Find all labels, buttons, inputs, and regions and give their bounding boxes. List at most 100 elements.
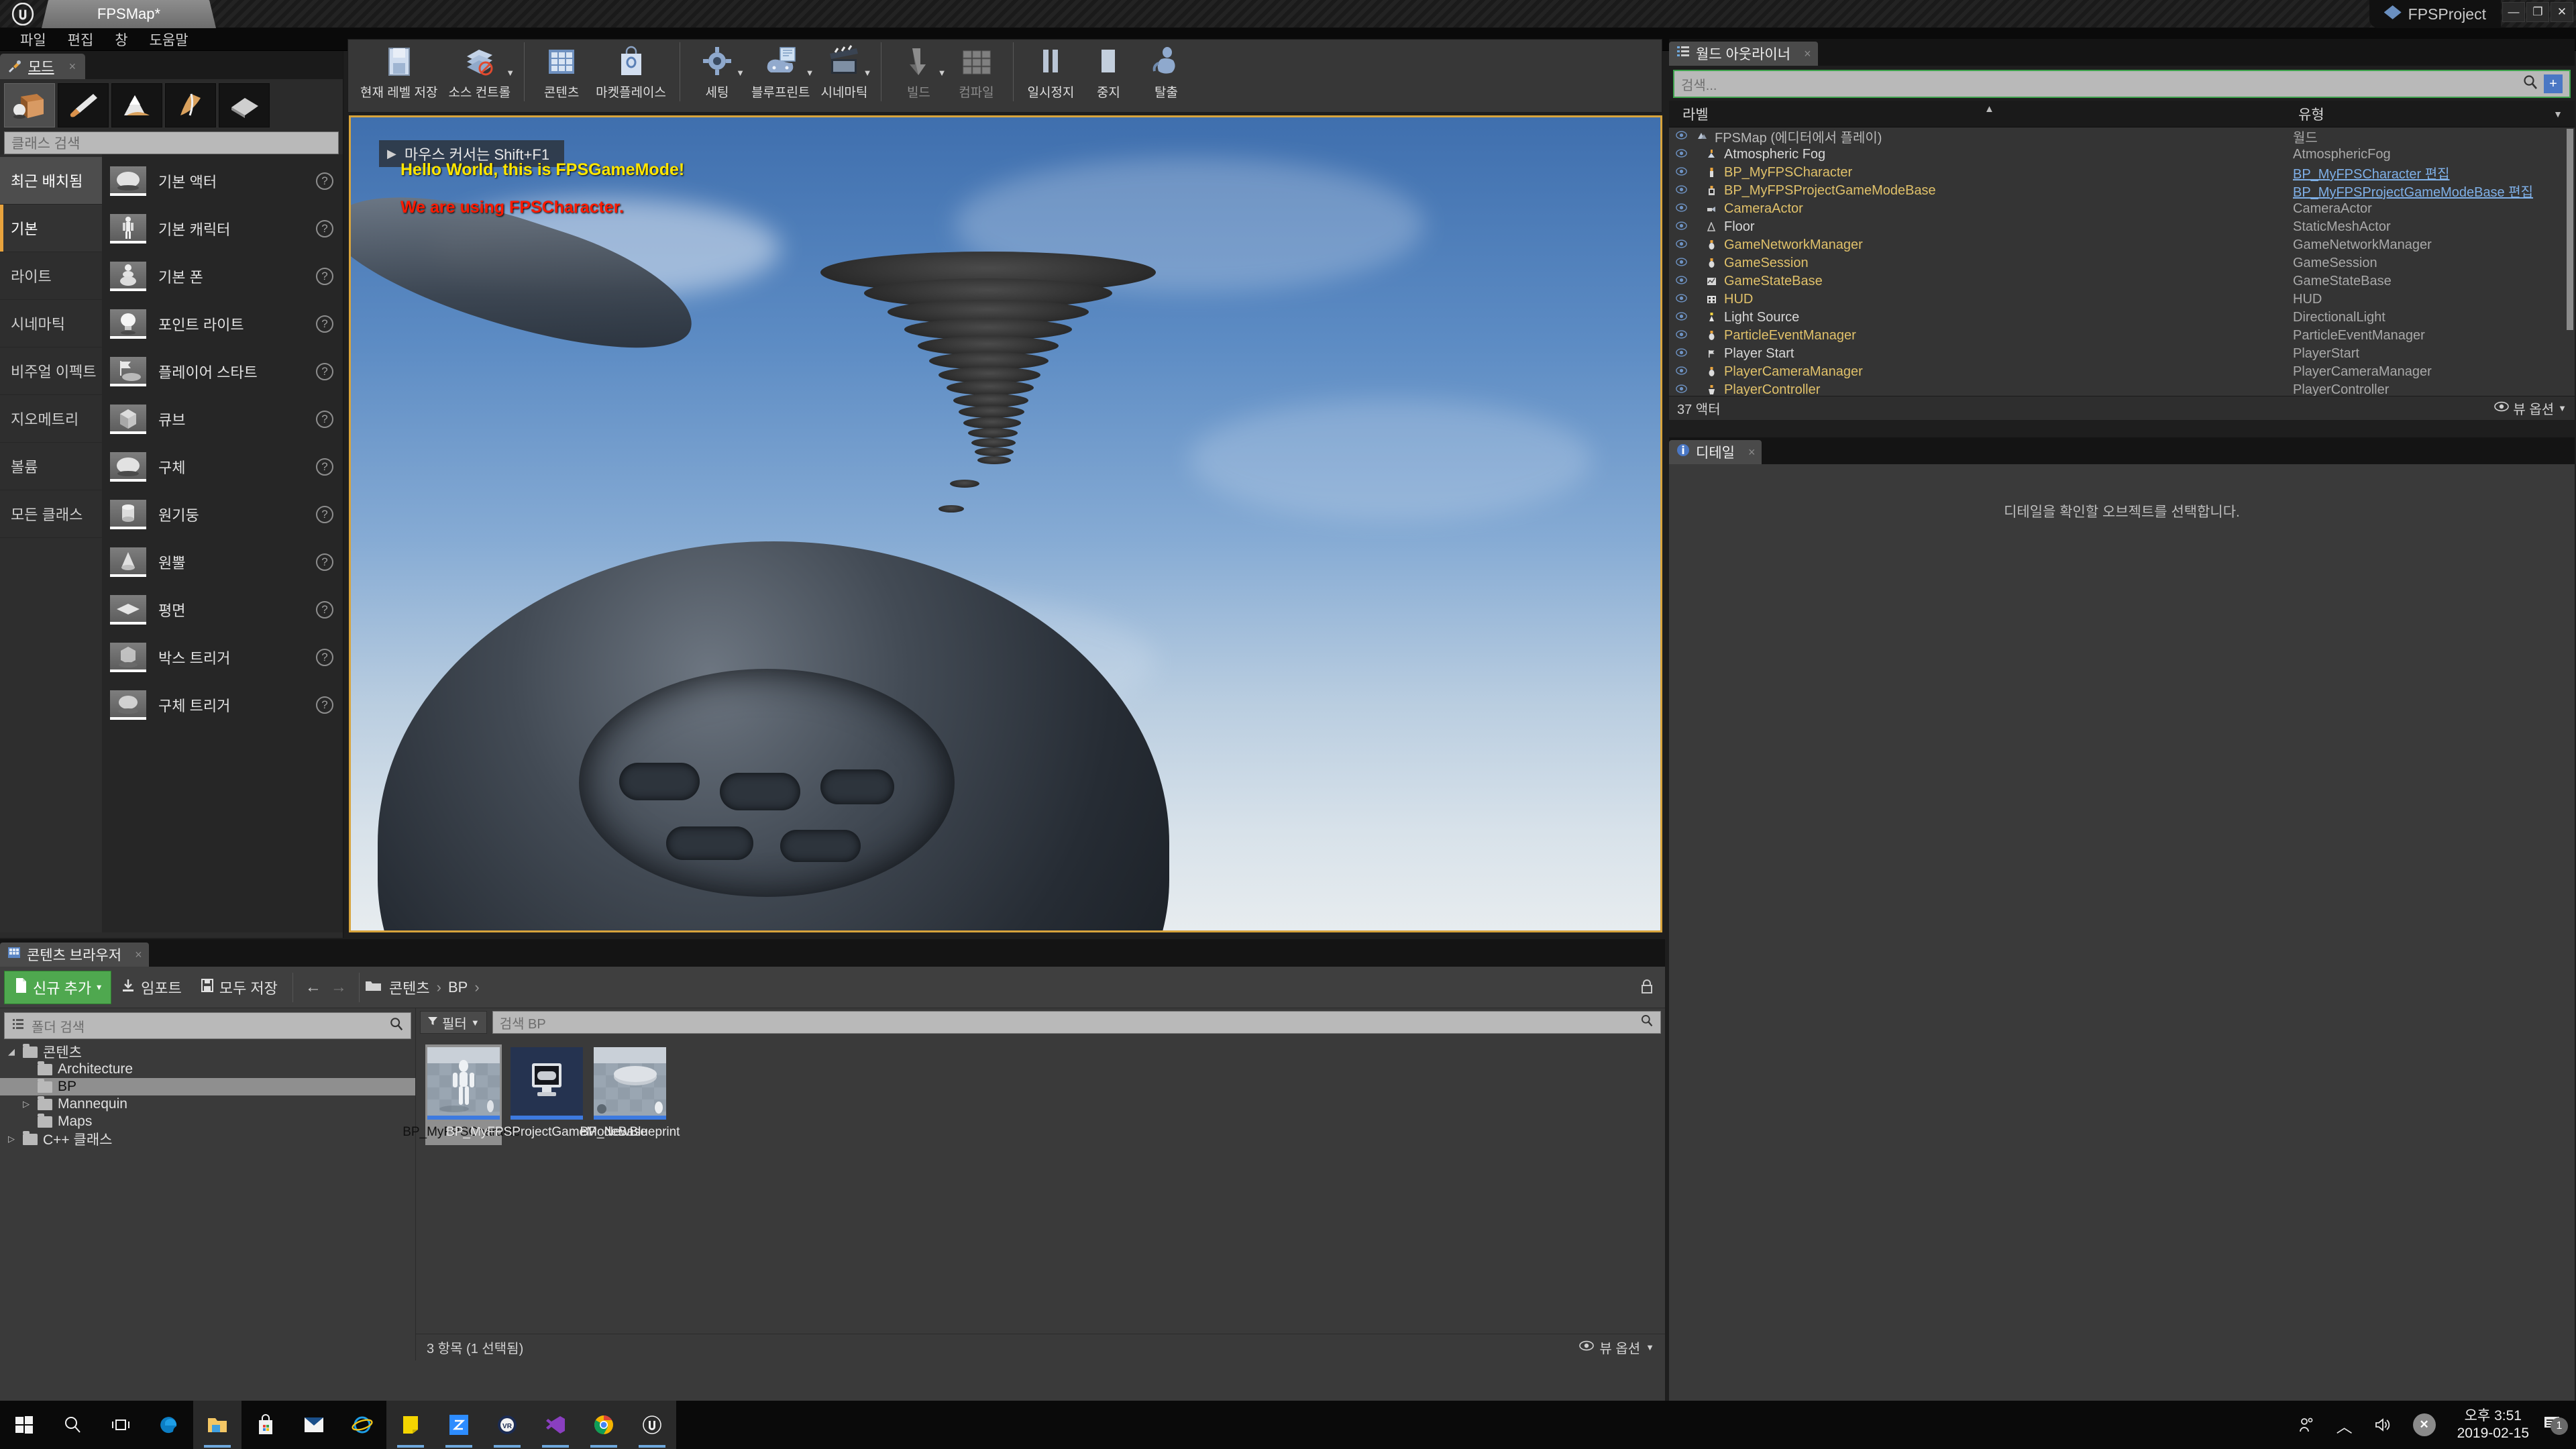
placement-category-5[interactable]: 지오메트리 — [0, 395, 102, 443]
asset-search-input[interactable]: 검색 BP — [492, 1011, 1661, 1034]
tab-world-outliner[interactable]: 월드 아웃라이너 × — [1669, 42, 1818, 66]
help-icon[interactable]: ? — [316, 219, 333, 237]
outliner-row[interactable]: Floor StaticMeshActor — [1669, 218, 2575, 236]
forward-button[interactable]: → — [331, 978, 347, 997]
import-button[interactable]: 임포트 — [111, 971, 191, 1004]
placement-category-1[interactable]: 기본 — [0, 205, 102, 252]
start-button[interactable] — [0, 1401, 48, 1449]
add-new-button[interactable]: 신규 추가 ▾ — [4, 970, 112, 1004]
back-button[interactable]: ← — [305, 978, 321, 997]
unreal-button[interactable] — [628, 1401, 676, 1449]
add-icon[interactable]: + — [2544, 74, 2563, 93]
visibility-eye-icon[interactable] — [1669, 384, 1693, 396]
search-button[interactable] — [48, 1401, 97, 1449]
placement-actor-row[interactable]: 원뿔? — [102, 538, 343, 586]
outliner-row[interactable]: BP_MyFPSCharacter BP_MyFPSCharacter 편집 — [1669, 164, 2575, 182]
error-icon[interactable]: ✕ — [2402, 1413, 2447, 1436]
folder-tree-item[interactable]: Architecture — [0, 1061, 415, 1078]
placement-actor-row[interactable]: 구체 트리거? — [102, 681, 343, 729]
maximize-button[interactable]: ❐ — [2526, 2, 2549, 22]
outliner-row-type[interactable]: BP_MyFPSCharacter 편집 — [2293, 163, 2575, 182]
zoom-button[interactable] — [435, 1401, 483, 1449]
outliner-col-type[interactable]: 유형 — [2293, 104, 2575, 124]
save-all-button[interactable]: 모두 저장 — [191, 971, 287, 1004]
toolbar-save-button[interactable]: 현재 레벨 저장 — [355, 40, 443, 101]
tab-content-browser[interactable]: 콘텐츠 브라우저 × — [0, 943, 149, 967]
placement-category-3[interactable]: 시네마틱 — [0, 300, 102, 347]
breadcrumb-item-bp[interactable]: BP — [448, 979, 468, 996]
outliner-view-options-button[interactable]: 뷰 옵션 ▼ — [2494, 398, 2567, 418]
tab-content-browser-close-icon[interactable]: × — [135, 948, 142, 962]
notification-icon[interactable]: 1 — [2540, 1414, 2572, 1436]
caret-down-icon[interactable]: ▼ — [938, 68, 947, 78]
toolbar-blueprint-button[interactable]: 블루프린트 ▼ — [746, 40, 815, 101]
content-view-options-button[interactable]: 뷰 옵션 ▼ — [1579, 1338, 1654, 1357]
outliner-row[interactable]: ParticleEventManager ParticleEventManager — [1669, 327, 2575, 345]
placement-actor-row[interactable]: 원기둥? — [102, 490, 343, 538]
visibility-eye-icon[interactable] — [1669, 293, 1693, 306]
folder-tree-item[interactable]: ▷ Mannequin — [0, 1095, 415, 1113]
outliner-row[interactable]: PlayerController PlayerController — [1669, 381, 2575, 396]
help-icon[interactable]: ? — [316, 505, 333, 523]
filter-button[interactable]: 필터 ▼ — [420, 1011, 487, 1034]
chrome-button[interactable] — [580, 1401, 628, 1449]
volume-icon[interactable] — [2363, 1417, 2402, 1433]
visibility-eye-icon[interactable] — [1669, 275, 1693, 288]
tab-details[interactable]: 디테일 × — [1669, 440, 1762, 464]
toolbar-build-button[interactable]: 빌드 ▼ — [890, 40, 947, 101]
placement-actor-row[interactable]: 기본 캐릭터? — [102, 205, 343, 252]
folder-tree-item[interactable]: BP — [0, 1078, 415, 1095]
placement-category-4[interactable]: 비주얼 이펙트 — [0, 347, 102, 395]
ie-button[interactable] — [338, 1401, 386, 1449]
outliner-row[interactable]: HUD HUD — [1669, 290, 2575, 309]
breadcrumb-item-content[interactable]: 콘텐츠 — [389, 977, 430, 998]
folder-tree-item[interactable]: ▷ C++ 클래스 — [0, 1130, 415, 1148]
placement-actor-row[interactable]: 평면? — [102, 586, 343, 633]
visibility-eye-icon[interactable] — [1669, 366, 1693, 378]
menu-item-edit[interactable]: 편집 — [57, 28, 105, 51]
visibility-eye-icon[interactable] — [1669, 221, 1693, 233]
taskbar-clock[interactable]: 오후 3:51 2019-02-15 — [2447, 1407, 2540, 1443]
mode-button-place[interactable] — [4, 83, 55, 127]
lock-icon[interactable] — [1640, 979, 1654, 999]
placement-actor-row[interactable]: 구체? — [102, 443, 343, 490]
toolbar-pause-button[interactable]: 일시정지 — [1022, 40, 1079, 101]
outliner-row[interactable]: BP_MyFPSProjectGameModeBase BP_MyFPSProje… — [1669, 182, 2575, 200]
close-button[interactable]: ✕ — [2551, 2, 2573, 22]
outliner-scrollbar[interactable] — [2567, 129, 2573, 330]
outliner-row[interactable]: Atmospheric Fog AtmosphericFog — [1669, 146, 2575, 164]
menu-item-file[interactable]: 파일 — [9, 28, 57, 51]
outliner-col-label[interactable]: 라벨 — [1669, 104, 2293, 124]
placement-actor-row[interactable]: 기본 액터? — [102, 157, 343, 205]
tab-world-outliner-close-icon[interactable]: × — [1804, 47, 1811, 61]
placement-actor-row[interactable]: 박스 트리거? — [102, 633, 343, 681]
help-icon[interactable]: ? — [316, 696, 333, 714]
caret-down-icon[interactable]: ▼ — [736, 68, 745, 78]
placement-category-6[interactable]: 볼륨 — [0, 443, 102, 490]
mode-button-paint[interactable] — [58, 83, 109, 127]
outliner-row[interactable]: FPSMap (에디터에서 플레이) 월드 — [1669, 127, 2575, 146]
help-icon[interactable]: ? — [316, 315, 333, 333]
twisty-icon[interactable]: ◢ — [5, 1046, 17, 1057]
file-explorer-button[interactable] — [193, 1401, 241, 1449]
store-button[interactable] — [241, 1401, 290, 1449]
help-icon[interactable]: ? — [316, 172, 333, 190]
vscode-button[interactable] — [531, 1401, 580, 1449]
tab-modes-close-icon[interactable]: × — [69, 60, 76, 74]
toolbar-stop-button[interactable]: 중지 — [1079, 40, 1137, 101]
visibility-eye-icon[interactable] — [1669, 257, 1693, 270]
placement-actor-row[interactable]: 플레이어 스타트? — [102, 347, 343, 395]
placement-category-2[interactable]: 라이트 — [0, 252, 102, 300]
outliner-row[interactable]: Player Start PlayerStart — [1669, 345, 2575, 363]
visibility-eye-icon[interactable] — [1669, 239, 1693, 252]
folder-tree-item[interactable]: ◢ 콘텐츠 — [0, 1043, 415, 1061]
visibility-eye-icon[interactable] — [1669, 184, 1693, 197]
help-icon[interactable]: ? — [316, 553, 333, 571]
outliner-row[interactable]: GameNetworkManager GameNetworkManager — [1669, 236, 2575, 254]
twisty-icon[interactable]: ▷ — [20, 1099, 32, 1110]
people-icon[interactable] — [2287, 1416, 2326, 1434]
mode-button-geometry[interactable] — [219, 83, 270, 127]
chevron-up-icon[interactable]: ︿ — [2326, 1413, 2363, 1437]
class-search-input[interactable]: 클래스 검색 — [4, 131, 339, 154]
visibility-eye-icon[interactable] — [1669, 329, 1693, 342]
